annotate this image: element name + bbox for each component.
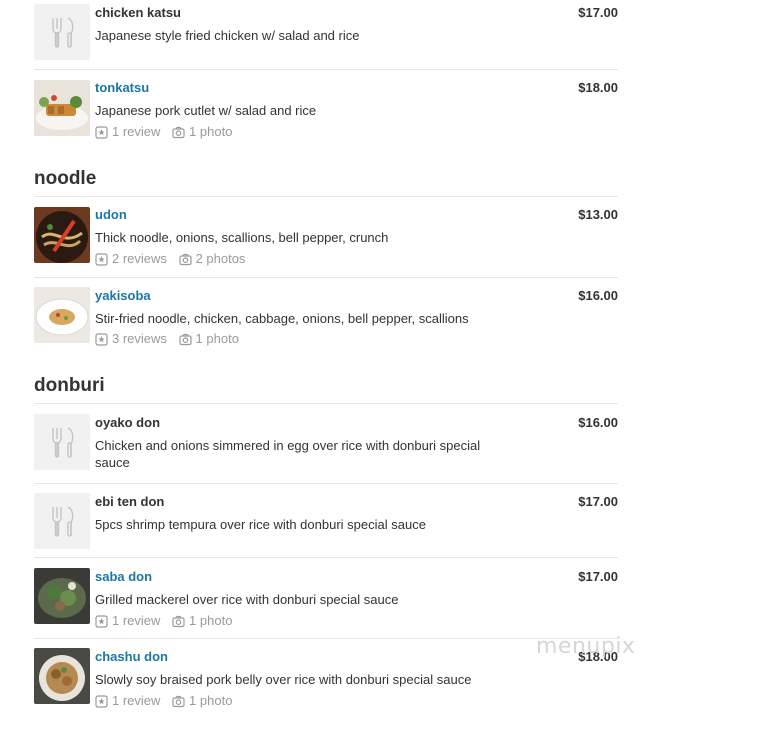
photos-count: 1 photo <box>195 331 239 346</box>
item-description: Stir-fried noodle, chicken, cabbage, oni… <box>95 311 469 326</box>
reviews-count: 1 review <box>112 693 161 708</box>
camera-icon <box>179 253 192 266</box>
item-meta: 1 review 1 photo <box>95 693 240 712</box>
item-price: $18.00 <box>578 80 618 95</box>
item-description: Thick noodle, onions, scallions, bell pe… <box>95 230 389 245</box>
item-meta: 1 review 1 photo <box>95 613 240 632</box>
divider <box>34 557 618 558</box>
item-price: $16.00 <box>578 288 618 303</box>
item-name-link[interactable]: yakisoba <box>95 288 151 304</box>
photos-link[interactable]: 1 photo <box>172 124 232 140</box>
item-description: Chicken and onions simmered in egg over … <box>95 438 481 470</box>
item-meta: 2 reviews 2 photos <box>95 251 253 270</box>
udon-photo[interactable] <box>34 207 90 263</box>
item-description: Slowly soy braised pork belly over rice … <box>95 672 472 687</box>
item-description: Grilled mackerel over rice with donburi … <box>95 592 399 607</box>
item-name: chicken katsu <box>95 5 181 20</box>
star-icon <box>95 615 108 628</box>
fork-knife-icon <box>34 493 90 549</box>
reviews-link[interactable]: 1 review <box>95 613 160 629</box>
divider <box>34 277 618 278</box>
reviews-count: 3 reviews <box>112 331 167 346</box>
item-description: 5pcs shrimp tempura over rice with donbu… <box>95 517 426 532</box>
reviews-link[interactable]: 1 review <box>95 693 160 709</box>
item-name: oyako don <box>95 415 161 430</box>
tonkatsu-photo[interactable] <box>34 80 90 136</box>
star-icon <box>95 126 108 139</box>
yakisoba-photo[interactable] <box>34 287 90 343</box>
section-title-noodle: noodle <box>34 168 97 189</box>
reviews-count: 2 reviews <box>112 251 167 266</box>
item-name: ebi ten don <box>95 494 165 509</box>
photos-count: 1 photo <box>189 613 233 628</box>
section-title-donburi: donburi <box>34 375 105 396</box>
item-price: $13.00 <box>578 207 618 222</box>
photos-count: 1 photo <box>189 693 233 708</box>
camera-icon <box>172 615 185 628</box>
reviews-link[interactable]: 3 reviews <box>95 331 167 347</box>
watermark: menupix <box>536 634 636 659</box>
photos-link[interactable]: 1 photo <box>172 693 232 709</box>
divider <box>34 69 618 70</box>
reviews-count: 1 review <box>112 124 161 139</box>
item-meta: 1 review 1 photo <box>95 124 240 143</box>
camera-icon <box>172 695 185 708</box>
star-icon <box>95 333 108 346</box>
divider <box>34 196 618 197</box>
camera-icon <box>172 126 185 139</box>
reviews-link[interactable]: 2 reviews <box>95 251 167 267</box>
item-description: Japanese pork cutlet w/ salad and rice <box>95 103 317 118</box>
chashu-don-photo[interactable] <box>34 648 90 704</box>
item-price: $17.00 <box>578 569 618 584</box>
saba-don-photo[interactable] <box>34 568 90 624</box>
divider <box>34 638 618 639</box>
item-meta: 3 reviews 1 photo <box>95 331 247 350</box>
star-icon <box>95 253 108 266</box>
item-price: $17.00 <box>578 494 618 509</box>
fork-knife-icon <box>34 4 90 60</box>
item-name-link[interactable]: saba don <box>95 569 152 585</box>
star-icon <box>95 695 108 708</box>
reviews-count: 1 review <box>112 613 161 628</box>
item-name-link[interactable]: chashu don <box>95 649 168 665</box>
reviews-link[interactable]: 1 review <box>95 124 160 140</box>
fork-knife-icon <box>34 414 90 470</box>
item-name-link[interactable]: tonkatsu <box>95 80 149 96</box>
camera-icon <box>179 333 192 346</box>
photos-link[interactable]: 1 photo <box>172 613 232 629</box>
item-description: Japanese style fried chicken w/ salad an… <box>95 28 360 43</box>
photos-count: 2 photos <box>195 251 246 266</box>
divider <box>34 403 618 404</box>
item-price: $17.00 <box>578 5 618 20</box>
item-price: $16.00 <box>578 415 618 430</box>
photos-link[interactable]: 2 photos <box>179 251 246 267</box>
photos-link[interactable]: 1 photo <box>179 331 239 347</box>
photos-count: 1 photo <box>189 124 233 139</box>
divider <box>34 483 618 484</box>
item-name-link[interactable]: udon <box>95 207 127 223</box>
